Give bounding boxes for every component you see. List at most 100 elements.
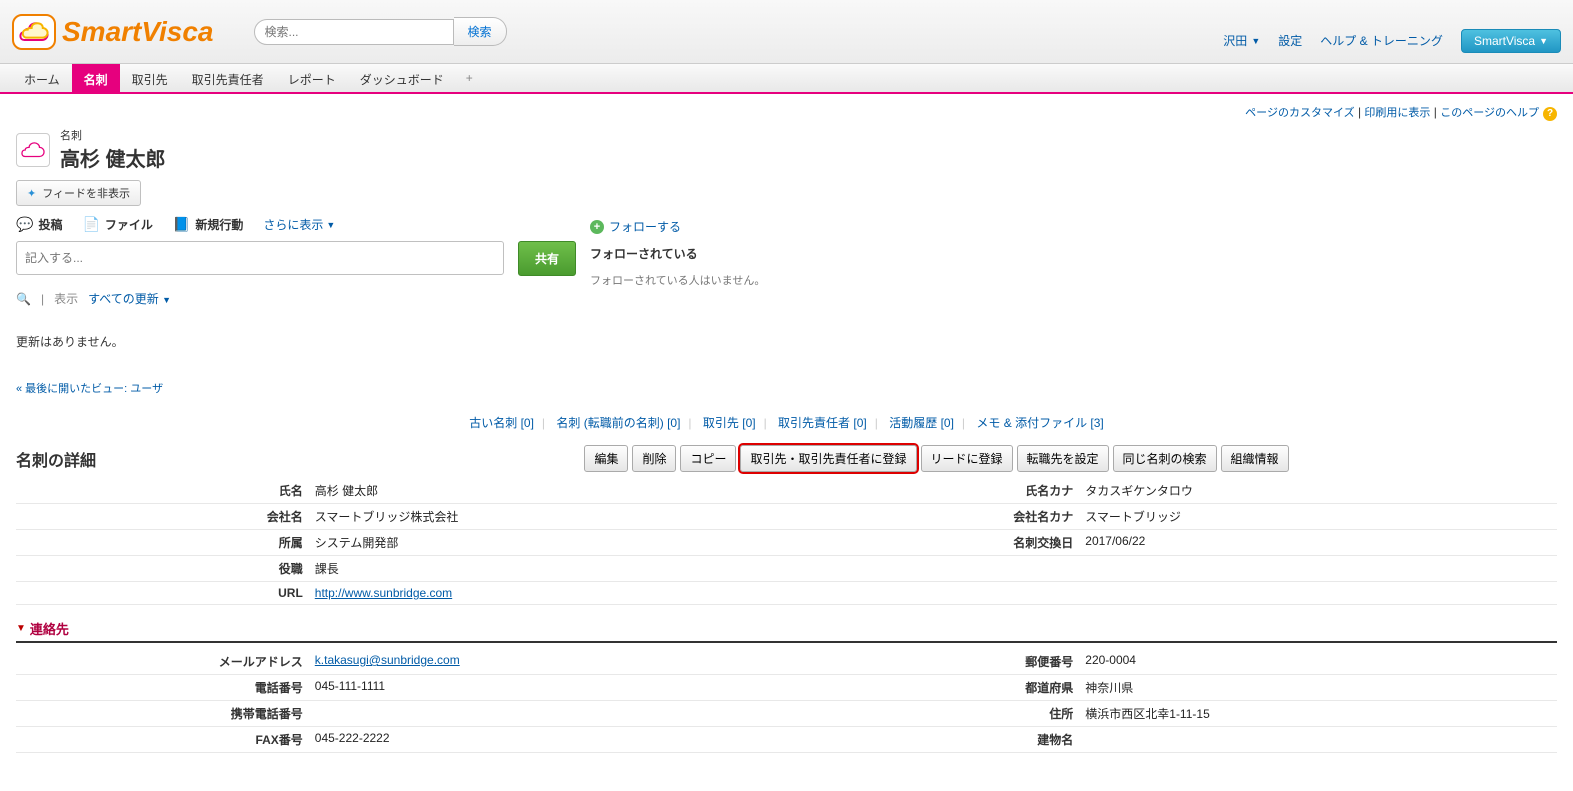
action-buttons: 編集 削除 コピー 取引先・取引先責任者に登録 リードに登録 転職先を設定 同じ… [316,445,1557,472]
app-logo[interactable]: SmartVisca [12,14,214,50]
nav-meishi[interactable]: 名刺 [72,64,120,92]
contact-table: メールアドレスk.takasugi@sunbridge.com郵便番号220-0… [16,649,1557,753]
nav-home[interactable]: ホーム [12,64,72,92]
pin-icon: ✦ [27,187,36,200]
rel-prev[interactable]: 名刺 (転職前の名刺) [0] [556,416,680,430]
contact-section-header[interactable]: ▼ 連絡先 [16,619,1557,643]
lbl-company-kana: 会社名カナ [786,504,1079,530]
caret-down-icon: ▼ [1251,36,1260,46]
topbar-right: 沢田▼ 設定 ヘルプ & トレーニング SmartVisca▼ [1223,11,1561,53]
record-header: 名刺 高杉 健太郎 [16,127,1557,172]
feed-area: 💬投稿 📄ファイル 📘新規行動 さらに表示▼ 共有 🔍 | 表示 すべての更新 … [16,216,1557,408]
lbl-address: 住所 [786,701,1079,727]
detail-table: 氏名高杉 健太郎氏名カナタカスギケンタロウ 会社名スマートブリッジ株式会社会社名… [16,478,1557,605]
lbl-email: メールアドレス [16,649,309,675]
feed-tab-post[interactable]: 💬投稿 [16,216,62,233]
feed-input[interactable] [16,241,504,275]
triangle-down-icon: ▼ [16,623,26,634]
record-title: 高杉 健太郎 [60,143,166,172]
navbar: ホーム 名刺 取引先 取引先責任者 レポート ダッシュボード + [0,64,1573,94]
filter-value[interactable]: すべての更新 ▼ [88,290,171,307]
lbl-company: 会社名 [16,504,309,530]
val-building [1079,727,1557,753]
val-kana: タカスギケンタロウ [1079,478,1557,504]
lbl-title: 役職 [16,556,309,582]
main-content: ページのカスタマイズ | 印刷用に表示 | このページのヘルプ? 名刺 高杉 健… [0,94,1573,791]
logo-text: SmartVisca [62,16,214,48]
feed-toggle-button[interactable]: ✦ フィードを非表示 [16,180,141,206]
page-links: ページのカスタマイズ | 印刷用に表示 | このページのヘルプ? [16,104,1557,121]
nav-account[interactable]: 取引先 [120,64,180,92]
feed-tab-file[interactable]: 📄ファイル [82,216,152,233]
share-button[interactable]: 共有 [518,241,576,276]
rel-activity[interactable]: 活動履歴 [0] [889,416,954,430]
topbar: SmartVisca 検索 沢田▼ 設定 ヘルプ & トレーニング SmartV… [0,0,1573,64]
val-company: スマートブリッジ株式会社 [309,504,787,530]
lbl-url: URL [16,582,309,605]
org-info-button[interactable]: 組織情報 [1221,445,1289,472]
feed-tabs: 💬投稿 📄ファイル 📘新規行動 さらに表示▼ [16,216,576,233]
rel-account[interactable]: 取引先 [0] [703,416,756,430]
nav-dashboard[interactable]: ダッシュボード [348,64,456,92]
help-link[interactable]: ヘルプ & トレーニング [1320,32,1443,49]
record-type: 名刺 [60,127,166,143]
action-icon: 📘 [173,216,190,233]
lbl-building: 建物名 [786,727,1079,753]
register-lead-button[interactable]: リードに登録 [921,445,1013,472]
val-fax: 045-222-2222 [309,727,787,753]
bubble-icon: 💬 [16,216,33,233]
related-links: 古い名刺 [0]| 名刺 (転職前の名刺) [0]| 取引先 [0]| 取引先責… [16,414,1557,431]
app-switcher[interactable]: SmartVisca▼ [1461,29,1561,53]
customize-link[interactable]: ページのカスタマイズ [1245,107,1354,119]
val-exchange-date: 2017/06/22 [1079,530,1557,556]
lbl-mobile: 携帯電話番号 [16,701,309,727]
settings-link[interactable]: 設定 [1278,32,1302,49]
lbl-kana: 氏名カナ [786,478,1079,504]
lbl-fax: FAX番号 [16,727,309,753]
nav-report[interactable]: レポート [276,64,348,92]
val-zip: 220-0004 [1079,649,1557,675]
rel-notes[interactable]: メモ & 添付ファイル [3] [976,416,1103,430]
set-transfer-button[interactable]: 転職先を設定 [1017,445,1109,472]
val-title: 課長 [309,556,787,582]
search-button[interactable]: 検索 [454,17,507,46]
search-same-button[interactable]: 同じ名刺の検索 [1113,445,1217,472]
print-link[interactable]: 印刷用に表示 [1364,107,1430,119]
feed-empty: 更新はありません。 [16,333,576,350]
search-input[interactable] [254,19,454,45]
val-address: 横浜市西区北幸1-11-15 [1079,701,1557,727]
detail-header: 名刺の詳細 編集 削除 コピー 取引先・取引先責任者に登録 リードに登録 転職先… [16,445,1557,472]
rel-contact[interactable]: 取引先責任者 [0] [778,416,867,430]
back-to-view-link[interactable]: « 最後に開いたビュー: ユーザ [16,380,576,396]
val-email[interactable]: k.takasugi@sunbridge.com [315,653,460,667]
global-search: 検索 [254,17,507,46]
follow-button[interactable]: フォローする [609,218,681,235]
page-help-link[interactable]: このページのヘルプ [1440,107,1539,119]
delete-button[interactable]: 削除 [632,445,676,472]
record-icon [16,133,50,167]
caret-down-icon: ▼ [326,220,335,230]
caret-down-icon: ▼ [162,295,171,305]
edit-button[interactable]: 編集 [584,445,628,472]
help-icon[interactable]: ? [1543,107,1557,121]
feed-more[interactable]: さらに表示▼ [263,216,335,233]
search-icon[interactable]: 🔍 [16,292,31,306]
val-url[interactable]: http://www.sunbridge.com [315,586,452,600]
lbl-name: 氏名 [16,478,309,504]
lbl-exchange-date: 名刺交換日 [786,530,1079,556]
register-account-contact-button[interactable]: 取引先・取引先責任者に登録 [740,445,916,472]
val-dept: システム開発部 [309,530,787,556]
feed-tab-action[interactable]: 📘新規行動 [173,216,243,233]
logo-icon [12,14,56,50]
copy-button[interactable]: コピー [680,445,736,472]
caret-down-icon: ▼ [1539,36,1548,46]
followed-header: フォローされている [590,245,1557,262]
rel-old[interactable]: 古い名刺 [0] [469,416,534,430]
detail-title: 名刺の詳細 [16,447,316,471]
file-icon: 📄 [82,216,99,233]
follow-row: + フォローする [590,218,1557,235]
nav-contact[interactable]: 取引先責任者 [180,64,276,92]
user-menu[interactable]: 沢田▼ [1223,32,1260,49]
nav-add-tab[interactable]: + [456,64,483,92]
lbl-dept: 所属 [16,530,309,556]
